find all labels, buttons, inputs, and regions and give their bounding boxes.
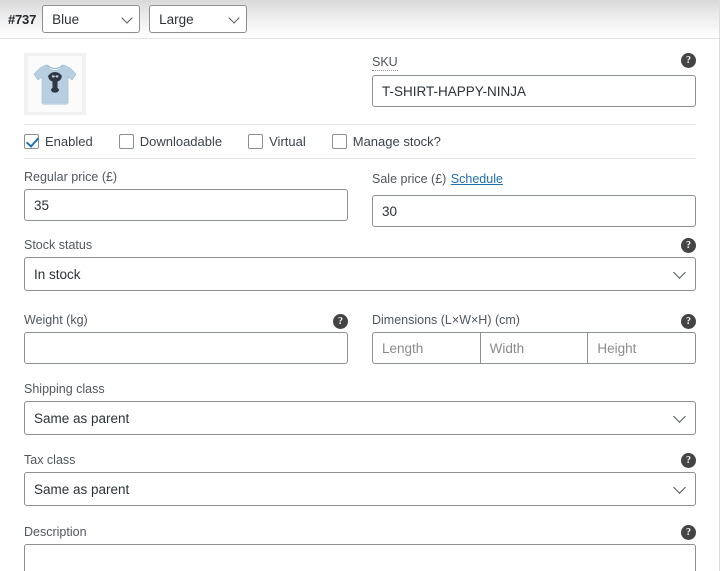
image-and-sku-row: SKU ? — [24, 39, 696, 124]
attribute-color-value: Blue — [52, 11, 80, 27]
stock-status-field: Stock status ? In stock — [24, 227, 696, 291]
dimensions-inputs — [372, 332, 697, 364]
variation-id: #737 — [8, 11, 37, 27]
tax-class-select[interactable]: Same as parent — [24, 472, 696, 506]
variation-header: #737 Blue Large — [0, 0, 720, 38]
shipping-measurements-row: Weight (kg) ? Dimensions (L×W×H) (cm) ? — [24, 291, 697, 364]
dimensions-label: Dimensions (L×W×H) (cm) — [372, 313, 520, 327]
checkbox-virtual[interactable]: Virtual — [248, 134, 306, 149]
sale-price-label: Sale price (£) — [372, 172, 447, 186]
help-icon[interactable]: ? — [333, 314, 348, 329]
chevron-down-icon — [673, 481, 686, 494]
description-textarea[interactable] — [24, 544, 696, 571]
help-icon[interactable]: ? — [681, 314, 696, 329]
shipping-class-value: Same as parent — [34, 410, 130, 426]
dimensions-field: Dimensions (L×W×H) (cm) ? — [372, 313, 697, 364]
tax-class-field: Tax class ? Same as parent — [24, 435, 696, 506]
attribute-size-value: Large — [159, 11, 194, 27]
help-icon[interactable]: ? — [681, 525, 696, 540]
tax-class-label: Tax class — [24, 453, 76, 467]
checkbox-empty-icon — [118, 134, 134, 149]
attribute-select-color[interactable]: Blue — [42, 5, 141, 33]
checkbox-manage-stock[interactable]: Manage stock? — [331, 134, 441, 149]
sku-column: SKU ? — [372, 53, 696, 115]
chevron-down-icon — [673, 410, 686, 423]
dimension-width-input[interactable] — [479, 332, 589, 364]
stock-status-value: In stock — [34, 266, 81, 282]
sale-price-field: Sale price (£) Schedule — [372, 170, 696, 227]
shipping-class-select[interactable]: Same as parent — [24, 401, 696, 435]
description-field: Description ? — [24, 506, 696, 571]
attribute-select-size[interactable]: Large — [149, 5, 248, 33]
variation-details-panel: SKU ? Enabled Downloadable Virtual Manag… — [0, 39, 720, 571]
checkbox-checked-icon — [24, 134, 39, 149]
chevron-down-icon — [121, 12, 133, 24]
chevron-down-icon — [673, 266, 686, 279]
pricing-row: Regular price (£) Sale price (£) Schedul… — [24, 159, 696, 227]
variation-image-thumbnail[interactable] — [24, 53, 86, 115]
tshirt-icon — [24, 53, 86, 115]
regular-price-field: Regular price (£) — [24, 170, 372, 227]
stock-status-label: Stock status — [24, 238, 93, 252]
thumbnail-column — [24, 53, 372, 115]
checkbox-downloadable[interactable]: Downloadable — [118, 134, 223, 149]
shipping-class-field: Shipping class Same as parent — [24, 364, 696, 435]
schedule-sale-link[interactable]: Schedule — [451, 172, 503, 186]
checkbox-enabled-label: Enabled — [45, 134, 93, 149]
description-label: Description — [24, 525, 87, 539]
dimension-height-input[interactable] — [587, 332, 697, 364]
sale-price-input[interactable] — [372, 195, 696, 227]
checkbox-downloadable-label: Downloadable — [139, 134, 223, 149]
checkbox-empty-icon — [331, 134, 347, 149]
sku-input[interactable] — [372, 75, 696, 107]
chevron-down-icon — [228, 12, 240, 24]
checkbox-enabled[interactable]: Enabled — [24, 134, 93, 149]
dimension-length-input[interactable] — [372, 332, 481, 364]
checkbox-virtual-label: Virtual — [269, 134, 306, 149]
weight-input[interactable] — [24, 332, 348, 364]
tax-class-value: Same as parent — [34, 481, 130, 497]
checkbox-empty-icon — [248, 134, 264, 149]
regular-price-input[interactable] — [24, 189, 348, 221]
help-icon[interactable]: ? — [681, 53, 696, 68]
shipping-class-label: Shipping class — [24, 382, 105, 396]
regular-price-label: Regular price (£) — [24, 170, 118, 184]
help-icon[interactable]: ? — [681, 238, 696, 253]
weight-label: Weight (kg) — [24, 313, 88, 327]
weight-field: Weight (kg) ? — [24, 313, 372, 364]
checkbox-manage-stock-label: Manage stock? — [352, 134, 441, 149]
variation-flags-row: Enabled Downloadable Virtual Manage stoc… — [24, 125, 696, 158]
sku-label: SKU — [372, 55, 398, 71]
help-icon[interactable]: ? — [681, 453, 696, 468]
stock-status-select[interactable]: In stock — [24, 257, 696, 291]
